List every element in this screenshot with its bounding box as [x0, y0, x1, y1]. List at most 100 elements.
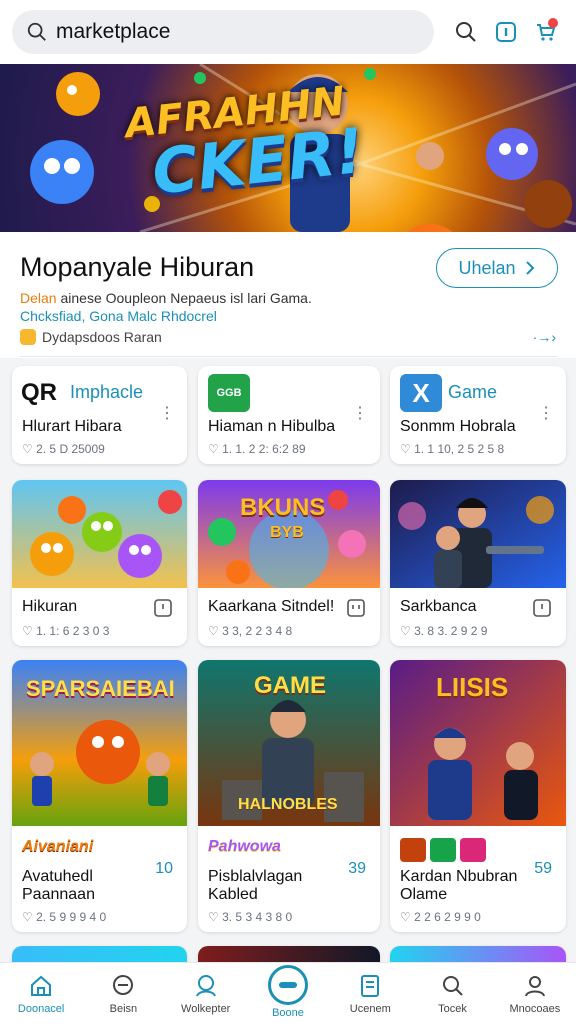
section-action-button[interactable]: Uhelan	[436, 248, 558, 288]
more-options-icon[interactable]: ⋮	[159, 406, 175, 422]
game-name: Pisblalvlagan	[208, 868, 303, 885]
section-subinfo: Dydapsdoos Raran	[20, 329, 162, 345]
app-card[interactable]: GGB ⋮ Hiaman n Hibulba ♡ 1. 1. 2 2: 6:2 …	[198, 366, 380, 464]
notification-button[interactable]	[488, 14, 524, 50]
game-price: 39	[348, 860, 366, 877]
game-art-subtitle: BYB	[270, 524, 304, 541]
game-name-line2: Kabled	[208, 886, 258, 903]
top-icons	[444, 14, 564, 50]
more-options-icon[interactable]: ⋮	[352, 406, 368, 422]
cart-button[interactable]	[528, 14, 564, 50]
section-description: Delan ainese Ooupleon Nepaeus isl lari G…	[20, 290, 312, 306]
description-text: ainese Ooupleon Nepaeus isl lari Gama.	[56, 290, 312, 306]
nav-item-profile[interactable]: Mnocoaes	[494, 963, 576, 1024]
bookmark-icon[interactable]	[532, 598, 552, 618]
section-action-label: Uhelan	[458, 257, 516, 278]
search-icon	[27, 22, 46, 41]
search-input[interactable]	[56, 20, 416, 44]
nav-label: Wolkepter	[181, 1002, 231, 1015]
app-name: Sonmm Hobrala	[400, 418, 516, 435]
section-description-link[interactable]: Chcksfiad, Gona Malc Rhdocrel	[20, 308, 217, 324]
thumbnail-mini-2	[430, 838, 456, 862]
nav-item-search[interactable]: Tocek	[411, 963, 493, 1024]
hero-title: AFRAHHN CKER!	[123, 78, 367, 208]
game-stats: ♡ 3. 5 3 4 3 8 0	[208, 910, 293, 924]
game-card[interactable]: GAME HALNOBLES Pahwowa 39 Pisblalvlagan …	[198, 660, 380, 932]
nav-label: Boone	[272, 1006, 304, 1019]
game-art-title: SPARSAIEBAI	[26, 676, 175, 701]
game-tag: Pahwowa	[208, 838, 281, 855]
search-bar[interactable]	[12, 10, 434, 54]
game-art-title: LIISIS	[436, 672, 509, 702]
game-stats: ♡ 2 2 6 2 9 9 0	[400, 910, 481, 924]
game-card[interactable]: LIISIS 59 Kardan Nbubran Olame ♡ 2 2 6 2…	[390, 660, 566, 932]
game-card[interactable]: Sarkbanca ♡ 3. 8 3. 2 9 2 9	[390, 480, 566, 646]
center-action-icon	[267, 964, 308, 1005]
app-stats: ♡ 1. 1 10, 2 5 2 5 8	[400, 442, 505, 456]
game-name: Kardan Nbubran	[400, 868, 518, 885]
bookmark-icon[interactable]	[153, 598, 173, 618]
app-name: Hiaman n Hibulba	[208, 418, 336, 435]
document-icon	[361, 974, 380, 997]
nav-item-ucenem[interactable]: Ucenem	[329, 963, 411, 1024]
divider	[20, 356, 558, 357]
game-name: Kaarkana Sitndel!	[208, 598, 335, 615]
user-chat-icon	[195, 974, 216, 997]
game-stats: ♡ 3 3, 2 2 3 4 8	[208, 624, 293, 638]
nav-label: Beisn	[109, 1002, 138, 1015]
section-header: Mopanyale Hiburan Uhelan Delan ainese Oo…	[0, 232, 576, 358]
game-name: Sarkbanca	[400, 598, 477, 615]
thumbnail-mini-3	[460, 838, 486, 862]
search-icon	[442, 975, 463, 996]
game-name-line2: Olame	[400, 886, 448, 903]
nav-item-workspace[interactable]: Wolkepter	[165, 963, 247, 1024]
more-link[interactable]: ·→›	[533, 329, 556, 345]
nav-label: Mnocoaes	[509, 1002, 561, 1015]
search-icon	[456, 22, 476, 42]
profile-icon	[524, 975, 545, 996]
nav-label: Doonacel	[17, 1002, 65, 1015]
game-price: 59	[534, 860, 552, 877]
home-icon	[31, 975, 52, 996]
more-options-icon[interactable]: ⋮	[538, 406, 554, 422]
game-thumbnail	[390, 480, 566, 588]
section-title: Mopanyale Hiburan	[20, 252, 255, 282]
game-card[interactable]: Hikuran ♡ 1. 1: 6 2 3 0 3	[12, 480, 187, 646]
game-name: Avatuhedl	[22, 868, 93, 885]
app-root: AFRAHHN CKER! Mopanyale Hiburan Uhelan D…	[0, 0, 576, 1024]
top-bar	[0, 0, 576, 64]
game-art-title: BKUNS	[240, 494, 326, 521]
nav-item-home[interactable]: Doonacel	[0, 963, 82, 1024]
search-button[interactable]	[448, 14, 484, 50]
description-highlight: Delan	[20, 290, 57, 306]
app-logo: X	[400, 374, 442, 412]
chevron-right-icon	[525, 261, 534, 275]
nav-label: Ucenem	[349, 1002, 391, 1015]
app-logo: QR	[21, 379, 57, 406]
game-card[interactable]: BKUNS BYB Kaarkana Sitndel! ♡ 3 3, 2 2 3…	[198, 480, 380, 646]
app-stats: ♡ 1. 1. 2 2: 6:2 89	[208, 442, 306, 456]
game-stats: ♡ 2. 5 9 9 9 4 0	[22, 910, 107, 924]
app-card[interactable]: X Game ⋮ Sonmm Hobrala ♡ 1. 1 10, 2 5 2 …	[390, 366, 566, 464]
game-stats: ♡ 3. 8 3. 2 9 2 9	[400, 624, 488, 638]
coin-icon	[20, 329, 36, 345]
game-thumbnail	[12, 480, 187, 588]
section-subinfo-label: Dydapsdoos Raran	[42, 329, 162, 345]
notification-icon	[496, 22, 516, 42]
game-art-title: GAME	[254, 672, 326, 699]
app-label: Imphacle	[70, 382, 144, 402]
bookmark-icon[interactable]	[346, 598, 366, 618]
app-card[interactable]: QR Imphacle ⋮ Hlurart Hibara ♡ 2. 5 D 25…	[12, 366, 187, 464]
game-tag: Aivaniani	[22, 838, 94, 855]
nav-item-center[interactable]: Boone	[247, 963, 329, 1024]
chat-icon	[113, 974, 134, 995]
game-card[interactable]: SPARSAIEBAI Aivaniani 10 Avatuhedl Paann…	[12, 660, 187, 932]
game-art-subtitle: HALNOBLES	[238, 796, 338, 813]
game-price: 10	[155, 860, 173, 877]
hero-banner[interactable]: AFRAHHN CKER!	[0, 64, 576, 232]
game-name: Hikuran	[22, 598, 78, 615]
nav-item-bern[interactable]: Beisn	[82, 963, 164, 1024]
app-stats: ♡ 2. 5 D 25009	[22, 442, 105, 456]
game-stats: ♡ 1. 1: 6 2 3 0 3	[22, 624, 110, 638]
app-name: Hlurart Hibara	[22, 418, 122, 435]
